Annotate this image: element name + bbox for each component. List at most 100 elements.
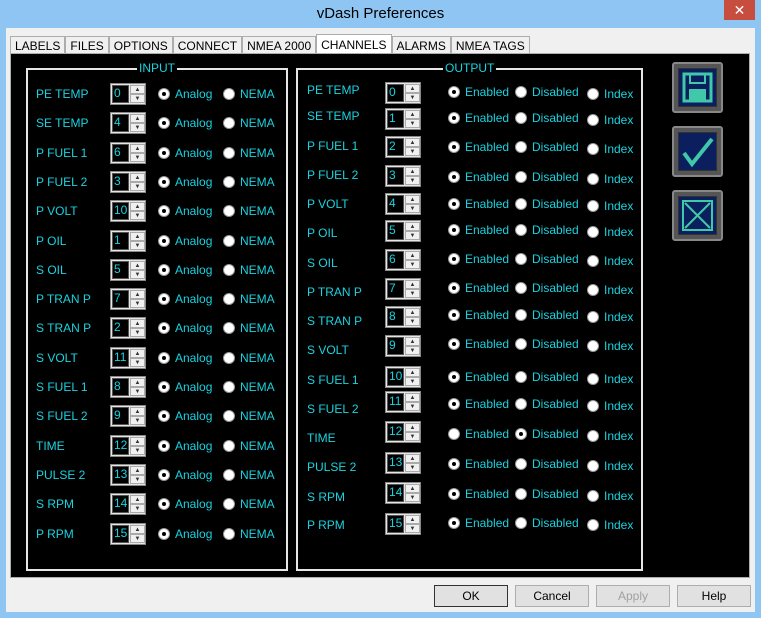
channel-value[interactable]: 6 [112, 144, 129, 162]
analog-radio[interactable] [158, 498, 170, 510]
nema-radio[interactable] [223, 264, 235, 276]
enabled-radio[interactable] [448, 338, 460, 350]
spin-up-arrow-icon[interactable]: ▲ [405, 308, 420, 317]
spin-down-arrow-icon[interactable]: ▼ [405, 402, 420, 411]
enabled-radio[interactable] [448, 141, 460, 153]
tab-nmea-tags[interactable]: NMEA TAGS [450, 36, 530, 54]
channel-spinner[interactable]: 10 ▲ ▼ [110, 200, 146, 222]
tab-labels[interactable]: LABELS [10, 36, 66, 54]
channel-value[interactable]: 0 [112, 85, 129, 103]
spin-up-arrow-icon[interactable]: ▲ [130, 261, 145, 270]
enabled-radio[interactable] [448, 86, 460, 98]
channel-spinner[interactable]: 4 ▲ ▼ [110, 112, 146, 134]
spin-up-arrow-icon[interactable]: ▲ [130, 290, 145, 299]
spin-up-arrow-icon[interactable]: ▲ [130, 114, 145, 123]
spin-up-arrow-icon[interactable]: ▲ [130, 232, 145, 241]
index-radio[interactable] [587, 311, 599, 323]
nema-radio[interactable] [223, 147, 235, 159]
index-radio[interactable] [587, 88, 599, 100]
channel-value[interactable]: 3 [387, 167, 404, 185]
channel-value[interactable]: 9 [112, 407, 129, 425]
nema-radio[interactable] [223, 205, 235, 217]
channel-spinner[interactable]: 0 ▲ ▼ [110, 83, 146, 105]
tab-channels[interactable]: CHANNELS [316, 34, 392, 54]
channel-value[interactable]: 5 [387, 222, 404, 240]
spin-down-arrow-icon[interactable]: ▼ [130, 123, 145, 132]
channel-value[interactable]: 8 [387, 308, 404, 326]
channel-value[interactable]: 11 [112, 349, 129, 367]
spin-up-arrow-icon[interactable]: ▲ [405, 368, 420, 377]
spin-down-arrow-icon[interactable]: ▼ [130, 416, 145, 425]
channel-spinner[interactable]: 7 ▲ ▼ [385, 278, 421, 300]
spin-down-arrow-icon[interactable]: ▼ [130, 504, 145, 513]
index-radio[interactable] [587, 226, 599, 238]
channel-spinner[interactable]: 11 ▲ ▼ [110, 347, 146, 369]
analog-radio[interactable] [158, 410, 170, 422]
nema-radio[interactable] [223, 381, 235, 393]
disabled-radio[interactable] [515, 224, 527, 236]
nema-radio[interactable] [223, 352, 235, 364]
analog-radio[interactable] [158, 322, 170, 334]
channel-spinner[interactable]: 3 ▲ ▼ [385, 165, 421, 187]
apply-check-button[interactable] [672, 126, 723, 177]
enabled-radio[interactable] [448, 282, 460, 294]
spin-down-arrow-icon[interactable]: ▼ [405, 119, 420, 128]
enabled-radio[interactable] [448, 488, 460, 500]
disabled-radio[interactable] [515, 282, 527, 294]
index-radio[interactable] [587, 400, 599, 412]
spin-down-arrow-icon[interactable]: ▼ [405, 346, 420, 355]
channel-value[interactable]: 5 [112, 261, 129, 279]
nema-radio[interactable] [223, 410, 235, 422]
spin-up-arrow-icon[interactable]: ▲ [130, 85, 145, 94]
channel-value[interactable]: 1 [387, 110, 404, 128]
spin-down-arrow-icon[interactable]: ▼ [130, 475, 145, 484]
channel-spinner[interactable]: 14 ▲ ▼ [385, 482, 421, 504]
channel-value[interactable]: 8 [112, 378, 129, 396]
spin-down-arrow-icon[interactable]: ▼ [405, 524, 420, 533]
channel-spinner[interactable]: 2 ▲ ▼ [110, 317, 146, 339]
channel-spinner[interactable]: 10 ▲ ▼ [385, 366, 421, 388]
index-radio[interactable] [587, 255, 599, 267]
enabled-radio[interactable] [448, 458, 460, 470]
spin-down-arrow-icon[interactable]: ▼ [405, 463, 420, 472]
nema-radio[interactable] [223, 117, 235, 129]
cancel-x-button[interactable] [672, 190, 723, 241]
channel-spinner[interactable]: 7 ▲ ▼ [110, 288, 146, 310]
spin-up-arrow-icon[interactable]: ▲ [405, 393, 420, 402]
disabled-radio[interactable] [515, 198, 527, 210]
spin-up-arrow-icon[interactable]: ▲ [130, 525, 145, 534]
spin-up-arrow-icon[interactable]: ▲ [130, 202, 145, 211]
analog-radio[interactable] [158, 264, 170, 276]
tab-options[interactable]: OPTIONS [108, 36, 173, 54]
close-button[interactable]: ✕ [724, 0, 755, 20]
channel-spinner[interactable]: 3 ▲ ▼ [110, 171, 146, 193]
index-radio[interactable] [587, 430, 599, 442]
channel-value[interactable]: 13 [112, 466, 129, 484]
channel-value[interactable]: 13 [387, 454, 404, 472]
channel-spinner[interactable]: 15 ▲ ▼ [385, 513, 421, 535]
spin-up-arrow-icon[interactable]: ▲ [405, 484, 420, 493]
spin-down-arrow-icon[interactable]: ▼ [405, 231, 420, 240]
analog-radio[interactable] [158, 381, 170, 393]
channel-spinner[interactable]: 5 ▲ ▼ [110, 259, 146, 281]
spin-up-arrow-icon[interactable]: ▲ [405, 515, 420, 524]
index-radio[interactable] [587, 373, 599, 385]
index-radio[interactable] [587, 519, 599, 531]
disabled-radio[interactable] [515, 171, 527, 183]
apply-button[interactable]: Apply [596, 585, 670, 607]
spin-down-arrow-icon[interactable]: ▼ [405, 432, 420, 441]
nema-radio[interactable] [223, 293, 235, 305]
disabled-radio[interactable] [515, 86, 527, 98]
enabled-radio[interactable] [448, 517, 460, 529]
spin-up-arrow-icon[interactable]: ▲ [130, 173, 145, 182]
spin-down-arrow-icon[interactable]: ▼ [130, 182, 145, 191]
spin-up-arrow-icon[interactable]: ▲ [130, 466, 145, 475]
channel-spinner[interactable]: 14 ▲ ▼ [110, 493, 146, 515]
channel-value[interactable]: 2 [112, 319, 129, 337]
channel-spinner[interactable]: 4 ▲ ▼ [385, 193, 421, 215]
channel-value[interactable]: 3 [112, 173, 129, 191]
channel-spinner[interactable]: 8 ▲ ▼ [110, 376, 146, 398]
spin-up-arrow-icon[interactable]: ▲ [405, 337, 420, 346]
analog-radio[interactable] [158, 469, 170, 481]
channel-spinner[interactable]: 5 ▲ ▼ [385, 220, 421, 242]
